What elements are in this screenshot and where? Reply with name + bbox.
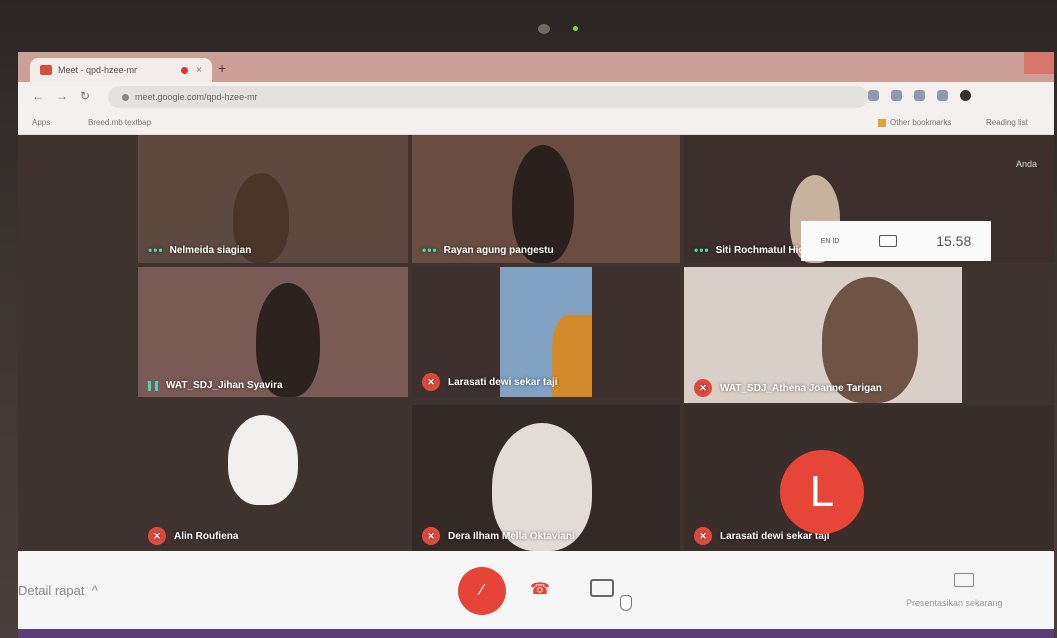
participant-tile[interactable]: ✕ Larasati dewi sekar taji [412, 267, 680, 397]
participant-tile[interactable]: ••• Rayan agung pangestu [412, 135, 680, 263]
extension-icon[interactable] [868, 90, 879, 101]
os-taskbar [18, 629, 1054, 638]
input-language-indicator[interactable]: EN ID [821, 238, 840, 245]
url-text: meet.google.com/qpd-hzee-mr [135, 92, 258, 102]
muted-mic-icon: ✕ [694, 527, 712, 545]
reload-icon[interactable]: ↻ [80, 89, 90, 103]
webcam-led [573, 26, 578, 31]
participant-label: Nelmeida siagian [169, 244, 252, 256]
participant-label: Rayan agung pangestu [443, 244, 554, 256]
participant-label: Dera Ilham Mella Oktaviani [448, 530, 575, 542]
bookmark-other[interactable]: Other bookmarks [878, 118, 951, 127]
speaking-dots-icon: ••• [422, 243, 438, 257]
mic-off-icon: ⁄ [480, 582, 484, 599]
participant-video [228, 415, 298, 505]
speaking-dots-icon: ••• [694, 243, 710, 257]
laptop-screen: Meet - qpd-hzee-mr × + ← → ↻ meet.google… [18, 52, 1054, 638]
participant-tile[interactable]: ✕ WAT_SDJ_Athena Joanne Tarigan [684, 267, 962, 403]
meeting-details-label: Detail rapat [18, 583, 85, 598]
participant-label: Larasati dewi sekar taji [448, 376, 558, 388]
browser-tab-meet[interactable]: Meet - qpd-hzee-mr × [30, 58, 212, 82]
speaking-dots-icon: ••• [148, 243, 164, 257]
address-bar[interactable]: meet.google.com/qpd-hzee-mr [108, 86, 868, 108]
participant-name: WAT_SDJ_Jihan Syavira [148, 380, 283, 391]
muted-mic-icon: ✕ [694, 379, 712, 397]
bookmark-item[interactable]: Breed.mb textbap [88, 118, 151, 127]
participant-tile[interactable]: ••• Nelmeida siagian [138, 135, 408, 263]
extension-icon[interactable] [937, 90, 948, 101]
participant-name: ✕ WAT_SDJ_Athena Joanne Tarigan [694, 379, 882, 397]
participant-name: ••• Rayan agung pangestu [422, 243, 554, 257]
muted-mic-icon: ✕ [422, 373, 440, 391]
participant-tile[interactable]: ✕ Alin Roufiena [138, 405, 408, 551]
participant-name: ••• Nelmeida siagian [148, 243, 251, 257]
present-screen-icon[interactable] [954, 573, 974, 587]
keyboard-icon[interactable] [878, 235, 897, 247]
webcam [538, 24, 550, 34]
meeting-details-button[interactable]: Detail rapat ^ [18, 583, 98, 598]
system-clock: 15.58 [936, 233, 972, 249]
new-tab-button[interactable]: + [218, 60, 226, 76]
folder-icon [878, 118, 886, 127]
mouse-cursor-icon [620, 595, 632, 611]
participant-avatar: L [780, 450, 864, 534]
browser-toolbar: ← → ↻ meet.google.com/qpd-hzee-mr [18, 82, 1054, 112]
participant-name: ✕ Larasati dewi sekar taji [422, 373, 558, 391]
tab-close-button[interactable]: × [196, 65, 202, 76]
camera-toggle-button[interactable] [590, 579, 614, 597]
tab-title: Meet - qpd-hzee-mr [58, 65, 138, 75]
participant-label: WAT_SDJ_Jihan Syavira [166, 380, 283, 391]
chevron-up-icon: ^ [91, 583, 98, 598]
bookmarks-bar: Apps Breed.mb textbap Other bookmarks Re… [18, 112, 1054, 135]
participant-label: WAT_SDJ_Athena Joanne Tarigan [720, 382, 882, 394]
meet-control-bar: Detail rapat ^ ⁄ ☎ Presentasikan sekaran… [18, 551, 1054, 629]
extension-icon[interactable] [891, 90, 902, 101]
participant-tile[interactable]: ✕ Dera Ilham Mella Oktaviani [412, 405, 680, 551]
leave-call-button[interactable]: ☎ [526, 579, 554, 599]
profile-avatar[interactable] [960, 90, 971, 101]
participant-label: Alin Roufiena [174, 530, 239, 542]
participant-video [552, 315, 592, 397]
bookmark-apps[interactable]: Apps [32, 118, 50, 127]
back-icon[interactable]: ← [32, 89, 44, 103]
lock-icon [122, 94, 129, 102]
system-tray-overlay: EN ID 15.58 [801, 221, 991, 261]
meet-video-grid: ••• Nelmeida siagian ••• Rayan agung pange… [18, 135, 1054, 551]
muted-mic-icon: ✕ [422, 527, 440, 545]
participant-name: ✕ Dera Ilham Mella Oktaviani [422, 527, 575, 545]
participant-tile[interactable]: ✕ Larasati dewi sekar taji [684, 405, 1054, 551]
recording-dot-icon [181, 66, 189, 74]
window-close-button[interactable] [1024, 52, 1054, 74]
tab-strip: Meet - qpd-hzee-mr × + [18, 52, 1054, 82]
audio-level-icon [148, 380, 158, 391]
hang-up-icon: ☎ [530, 581, 550, 598]
microphone-toggle-button[interactable]: ⁄ [458, 567, 506, 615]
bookmark-reading-list[interactable]: Reading list [986, 118, 1028, 127]
participant-name: ✕ Alin Roufiena [148, 527, 238, 545]
muted-mic-icon: ✕ [148, 527, 166, 545]
forward-icon[interactable]: → [56, 89, 68, 103]
meet-favicon-icon [40, 65, 52, 75]
bookmark-other-label: Other bookmarks [890, 118, 952, 127]
participant-tile[interactable]: WAT_SDJ_Jihan Syavira [138, 267, 408, 397]
self-label: Anda [1016, 159, 1038, 169]
present-now-button[interactable]: Presentasikan sekarang [906, 598, 1003, 608]
extension-icon[interactable] [914, 90, 925, 101]
extension-icons [868, 90, 971, 101]
